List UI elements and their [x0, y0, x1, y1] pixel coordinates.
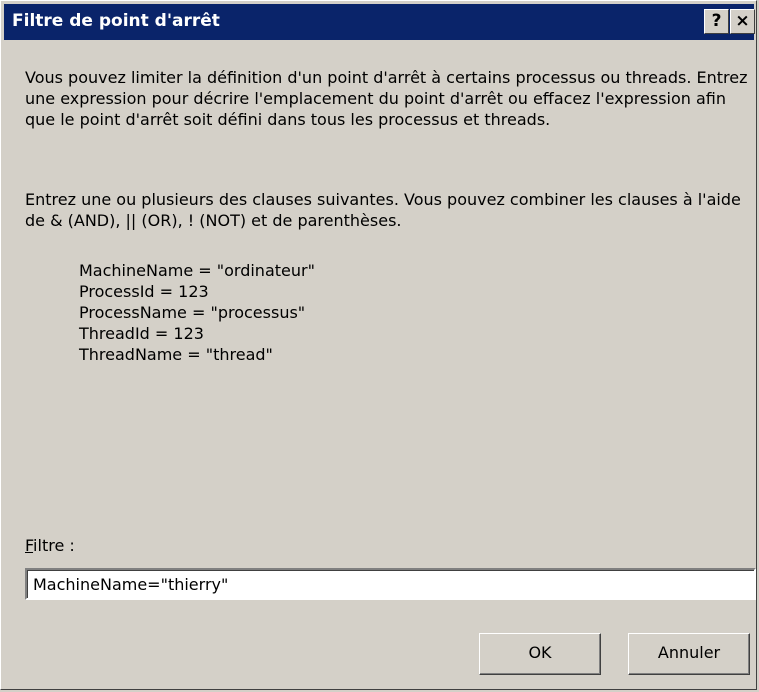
clause-example: ThreadName = "thread" — [79, 345, 273, 364]
dialog-content: Vous pouvez limiter la définition d'un p… — [1, 41, 758, 691]
clause-example: ThreadId = 123 — [79, 324, 204, 343]
filter-input[interactable] — [25, 568, 756, 600]
filter-label: Filtre : — [25, 535, 75, 556]
description-paragraph: Vous pouvez limiter la définition d'un p… — [25, 68, 748, 129]
close-button[interactable]: × — [730, 9, 755, 34]
filter-label-text: iltre : — [33, 536, 75, 555]
instructions-paragraph: Entrez une ou plusieurs des clauses suiv… — [25, 190, 741, 230]
cancel-button[interactable]: Annuler — [628, 633, 750, 675]
clause-example: ProcessId = 123 — [79, 282, 209, 301]
breakpoint-filter-dialog: Filtre de point d'arrêt ? × Vous pouvez … — [0, 0, 757, 690]
clause-example: ProcessName = "processus" — [79, 303, 306, 322]
filter-label-accelerator: F — [25, 536, 34, 555]
clause-examples-list: MachineName = "ordinateur" ProcessId = 1… — [79, 260, 315, 365]
dialog-title: Filtre de point d'arrêt — [12, 11, 220, 31]
clause-example: MachineName = "ordinateur" — [79, 261, 315, 280]
help-button[interactable]: ? — [704, 9, 729, 34]
ok-button[interactable]: OK — [479, 633, 601, 675]
close-icon: × — [735, 11, 750, 31]
question-mark-icon: ? — [711, 11, 722, 31]
title-bar[interactable]: Filtre de point d'arrêt ? × — [4, 4, 755, 40]
